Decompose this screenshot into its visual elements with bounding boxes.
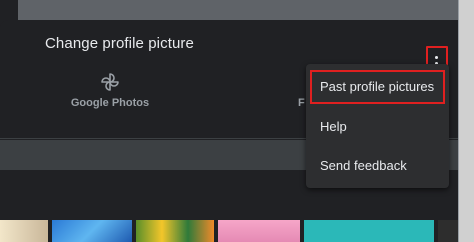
- tab-second-label: F: [298, 97, 305, 109]
- photo-thumbnail[interactable]: [304, 220, 434, 242]
- menu-item-send-feedback[interactable]: Send feedback: [306, 147, 449, 185]
- more-options-menu: Past profile pictures Help Send feedback: [306, 64, 449, 188]
- photo-grid-row: [0, 220, 458, 242]
- page-scrollbar-edge: [458, 0, 474, 242]
- tab-google-photos-label: Google Photos: [70, 97, 150, 109]
- menu-item-label: Send feedback: [320, 158, 407, 173]
- menu-item-help[interactable]: Help: [306, 108, 449, 146]
- pinwheel-icon: [101, 73, 119, 91]
- menu-item-past-profile-pictures[interactable]: Past profile pictures: [306, 70, 449, 108]
- dialog-title: Change profile picture: [45, 35, 194, 52]
- menu-item-label: Past profile pictures: [320, 79, 435, 94]
- photo-thumbnail[interactable]: [218, 220, 300, 242]
- photo-thumbnail[interactable]: [136, 220, 214, 242]
- photo-thumbnail[interactable]: [438, 220, 458, 242]
- menu-item-label: Help: [320, 119, 347, 134]
- photo-thumbnail[interactable]: [0, 220, 48, 242]
- photo-thumbnail[interactable]: [52, 220, 132, 242]
- tab-google-photos[interactable]: Google Photos: [60, 72, 160, 124]
